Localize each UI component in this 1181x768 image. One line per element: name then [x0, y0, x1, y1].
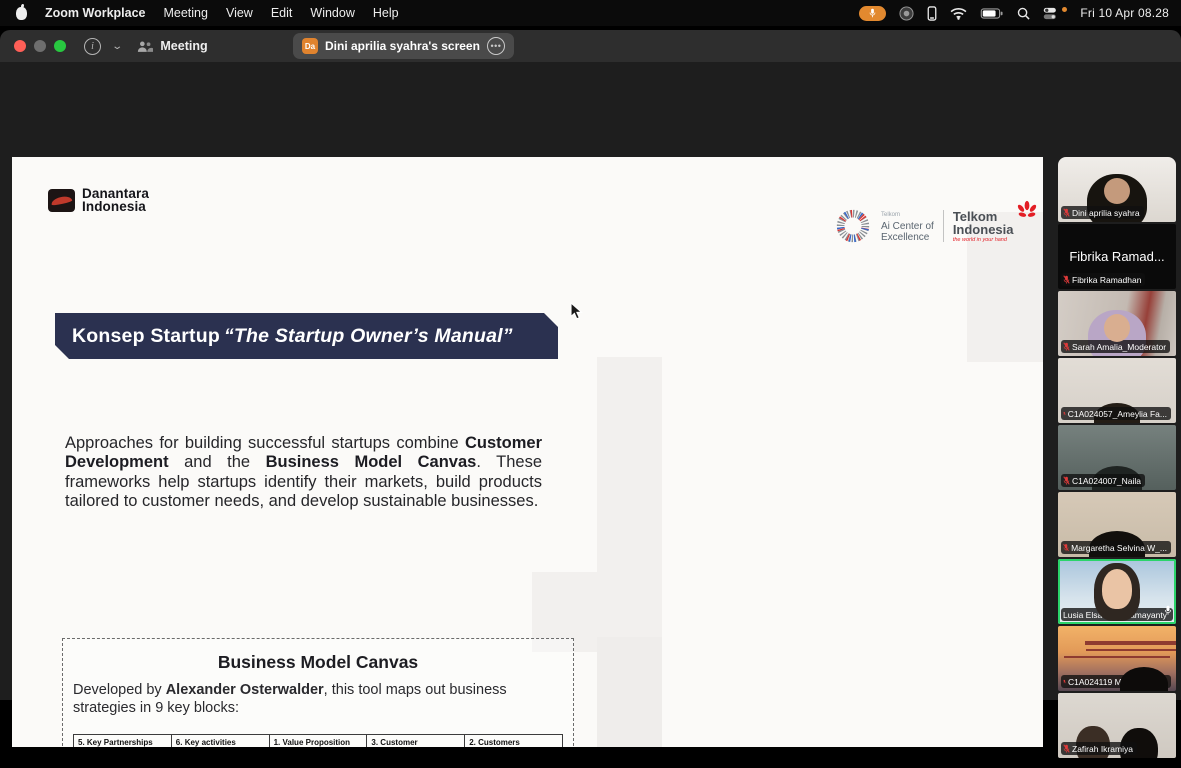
close-window-button[interactable] [14, 40, 26, 52]
iphone-mirroring-icon[interactable] [927, 6, 937, 21]
menu-view[interactable]: View [226, 6, 253, 20]
participant-name: Zafirah Ikramiya [1072, 744, 1133, 754]
participant-tile-naila[interactable]: C1A024007_Naila [1058, 425, 1176, 490]
participant-name: Fibrika Ramadhan [1072, 275, 1141, 285]
muted-mic-icon [1063, 409, 1066, 418]
bmc-cell-value-proposition: 1. Value Proposition [270, 735, 367, 747]
control-center-icon[interactable] [1043, 7, 1057, 20]
bmc-cell-customers: 2. Customers [465, 735, 562, 747]
muted-mic-icon [1063, 543, 1069, 552]
battery-icon[interactable] [980, 8, 1004, 19]
participant-tile-margaretha[interactable]: Margaretha Selvina W_... [1058, 492, 1176, 557]
slide-title-banner: Konsep Startup “The Startup Owner’s Manu… [55, 313, 558, 359]
muted-mic-icon [1063, 476, 1070, 485]
participant-tile-sarah[interactable]: Sarah Amalia_Moderator [1058, 291, 1176, 356]
participant-tile-fibrika[interactable]: Fibrika Ramad... Fibrika Ramadhan [1058, 224, 1176, 289]
participant-tile-lusia-active-speaker[interactable]: Lusia Elsa Dika Damayanty [1058, 559, 1176, 624]
bmc-cell-key-activities: 6. Key activities [172, 735, 269, 747]
bmc-cell-key-partnerships: 5. Key Partnerships [74, 735, 171, 747]
muted-mic-icon [1063, 208, 1070, 217]
tab-options-icon[interactable]: ••• [487, 37, 505, 55]
menu-edit[interactable]: Edit [271, 6, 293, 20]
shared-screen-tab-title: Dini aprilia syahra's screen [325, 39, 480, 53]
muted-mic-icon [1063, 744, 1070, 753]
muted-mic-icon [1063, 677, 1066, 686]
macos-menu-bar: Zoom Workplace Meeting View Edit Window … [0, 0, 1181, 26]
participant-tile-mohamma[interactable]: C1A024119 MOHAMMA... [1058, 626, 1176, 691]
mouse-cursor-icon [570, 302, 583, 325]
participants-icon [137, 40, 153, 53]
window-controls [14, 40, 66, 52]
participant-tile-ameylia[interactable]: C1A024057_Ameylia Fa... [1058, 358, 1176, 423]
participant-name: Margaretha Selvina W_... [1071, 543, 1167, 553]
minimize-window-button[interactable] [34, 40, 46, 52]
shared-screen-tab-icon: Da [302, 38, 318, 54]
shared-slide: DanantaraIndonesia Telkom Ai Center of E… [12, 157, 1043, 747]
chevron-down-icon[interactable]: ⌄ [111, 41, 123, 52]
participant-strip: Dini aprilia syahra Fibrika Ramad... Fib… [1058, 157, 1176, 758]
unmuted-mic-icon [1164, 602, 1172, 620]
mic-in-use-indicator-icon[interactable] [859, 6, 886, 21]
ai-coe-sunburst-icon [834, 207, 872, 245]
notification-dot [1062, 7, 1067, 12]
ai-coe-text: Telkom Ai Center of Excellence [881, 210, 934, 243]
menu-window[interactable]: Window [310, 6, 354, 20]
bmc-title: Business Model Canvas [63, 652, 573, 673]
menu-app-name[interactable]: Zoom Workplace [45, 6, 145, 20]
spotlight-search-icon[interactable] [1017, 7, 1030, 20]
bmc-grid: 5. Key Partnerships 6. Key activities 7.… [73, 734, 563, 747]
telkom-hand-icon [1016, 200, 1038, 222]
screen-record-status-icon[interactable] [899, 6, 914, 21]
menu-meeting[interactable]: Meeting [163, 6, 207, 20]
participant-name: C1A024119 MOHAMMA... [1068, 677, 1167, 687]
business-model-canvas-box: Business Model Canvas Developed by Alexa… [62, 638, 574, 747]
menu-help[interactable]: Help [373, 6, 399, 20]
danantara-logo-icon [48, 189, 75, 212]
bmc-cell-customer-relationships: 3. Customer relationships [367, 735, 464, 747]
shared-screen-tab[interactable]: Da Dini aprilia syahra's screen ••• [293, 33, 514, 59]
slide-title: Konsep Startup [72, 325, 220, 348]
zoom-window-body: DanantaraIndonesia Telkom Ai Center of E… [0, 62, 1181, 700]
menu-bar-clock[interactable]: Fri 10 Apr 08.28 [1080, 6, 1169, 20]
wifi-icon[interactable] [950, 7, 967, 20]
participant-name: Dini aprilia syahra [1072, 208, 1140, 218]
fullscreen-window-button[interactable] [54, 40, 66, 52]
participant-name: Sarah Amalia_Moderator [1072, 342, 1166, 352]
participant-name: Lusia Elsa Dika Damayanty [1063, 610, 1167, 620]
participant-tile-zafirah[interactable]: Zafirah Ikramiya [1058, 693, 1176, 758]
intro-paragraph: Approaches for building successful start… [65, 434, 542, 512]
window-title: Meeting [160, 39, 207, 53]
bmc-subtitle: Developed by Alexander Osterwalder, this… [73, 682, 563, 717]
zoom-window-title-bar: i ⌄ Meeting Da Dini aprilia syahra's scr… [0, 30, 1181, 62]
slide-title-italic: “The Startup Owner’s Manual” [224, 325, 513, 348]
participant-name: C1A024057_Ameylia Fa... [1068, 409, 1167, 419]
apple-logo-icon[interactable] [16, 7, 27, 20]
muted-mic-icon [1063, 275, 1070, 284]
participant-tile-dini[interactable]: Dini aprilia syahra [1058, 157, 1176, 222]
meeting-info-icon[interactable]: i [84, 38, 101, 55]
telkom-logo: TelkomIndonesia the world in your hand [953, 210, 1034, 243]
partner-logos: Telkom Ai Center of Excellence TelkomInd… [834, 207, 1043, 245]
muted-mic-icon [1063, 342, 1070, 351]
participant-name: C1A024007_Naila [1072, 476, 1141, 486]
